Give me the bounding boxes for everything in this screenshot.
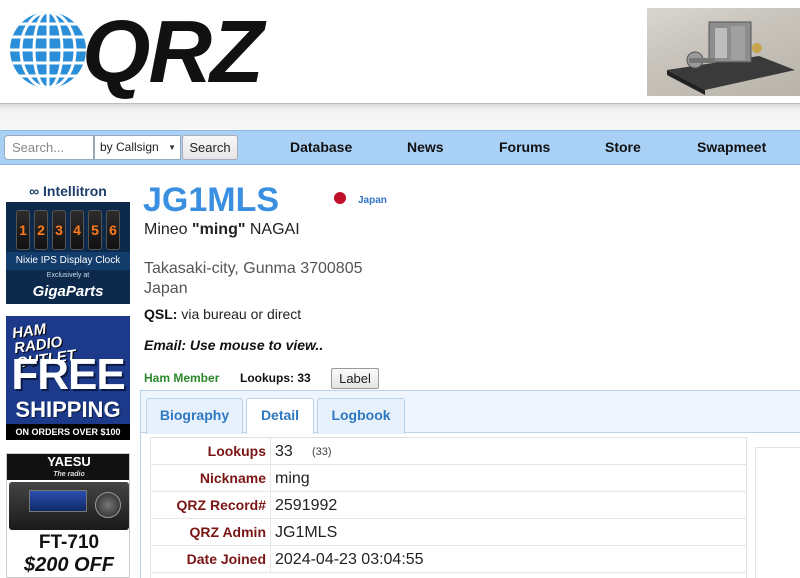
table-row: Lookups 33 (33)	[151, 438, 746, 465]
country-link[interactable]: Japan	[358, 195, 387, 206]
search-mode-select[interactable]: by Callsign ▼	[94, 135, 181, 160]
table-row: QRZ Record# 2591992	[151, 492, 746, 519]
detail-value: JG1MLS	[275, 524, 338, 541]
ad-intellitron[interactable]: ∞ Intellitron 123456 Nixie IPS Display C…	[6, 180, 130, 304]
detail-key: Nickname	[151, 465, 271, 492]
operator-name: Mineo "ming" NAGAI	[144, 221, 300, 238]
ad-brand: ∞ Intellitron	[6, 180, 130, 202]
qrz-logo[interactable]: QRZ	[8, 2, 264, 101]
chevron-down-icon: ▼	[168, 143, 176, 152]
lookups-count: Lookups: 33	[240, 371, 311, 385]
detail-key: QRZ Admin	[151, 519, 271, 546]
site-header: QRZ	[0, 0, 800, 104]
logo-text: QRZ	[82, 2, 264, 101]
radio-image	[9, 482, 129, 530]
nav-store[interactable]: Store	[605, 139, 641, 155]
detail-value: 2591992	[275, 497, 338, 514]
ad-orders-text: ON ORDERS OVER $100	[6, 424, 130, 440]
ad-free-text: FREE	[11, 350, 125, 399]
member-badge: Ham Member	[144, 371, 220, 385]
detail-key: Lookups	[151, 438, 271, 465]
callsign-title: JG1MLS	[143, 181, 280, 219]
japan-flag-icon	[334, 192, 346, 204]
header-divider	[0, 103, 800, 130]
detail-value: ming	[275, 470, 310, 487]
ad-model: FT-710	[38, 532, 100, 553]
ad-yaesu[interactable]: YAESU The radio FT-710 $200 OFF	[6, 453, 130, 578]
detail-table: Lookups 33 (33) Nickname ming QRZ Record…	[150, 437, 747, 578]
tab-biography[interactable]: Biography	[146, 398, 243, 434]
email-reveal[interactable]: Email: Use mouse to view..	[144, 337, 323, 353]
search-button[interactable]: Search	[182, 135, 238, 160]
detail-key: Date Joined	[151, 546, 271, 573]
nav-news[interactable]: News	[407, 139, 444, 155]
ad-offer: $200 OFF	[23, 554, 115, 576]
label-button[interactable]: Label	[331, 368, 379, 389]
link-icon: ∞	[29, 183, 44, 199]
ad-ham-radio-outlet[interactable]: HAM RADIO OUTLET FREE SHIPPING ON ORDERS O…	[6, 316, 130, 440]
ad-caption: Nixie IPS Display Clock	[6, 252, 130, 270]
table-row: QRZ Admin JG1MLS	[151, 519, 746, 546]
ad-exclusive: Exclusively at	[46, 272, 90, 279]
nav-swapmeet[interactable]: Swapmeet	[697, 139, 766, 155]
address-line1: Takasaki-city, Gunma 3700805	[144, 260, 363, 277]
globe-icon	[10, 12, 86, 88]
nav-database[interactable]: Database	[290, 139, 352, 155]
main-navbar: by Callsign ▼ Search Database News Forum…	[0, 130, 800, 165]
header-banner-image[interactable]	[647, 8, 800, 96]
tab-detail[interactable]: Detail	[246, 398, 314, 434]
tab-logbook[interactable]: Logbook	[317, 398, 405, 434]
detail-subvalue: (33)	[312, 446, 332, 458]
ad-store-logo: GigaParts	[32, 283, 104, 300]
ad-yaesu-logo: YAESU The radio	[7, 454, 129, 480]
side-panel	[755, 447, 800, 578]
address-line2: Japan	[144, 280, 188, 297]
detail-value: 33	[275, 443, 293, 460]
qsl-info: QSL: via bureau or direct	[144, 306, 302, 322]
search-mode-value: by Callsign	[100, 140, 159, 154]
ad-shipping-text: SHIPPING	[15, 397, 121, 422]
tab-bar: Biography Detail Logbook	[141, 391, 800, 434]
detail-value: 2024-04-23 03:04:55	[275, 551, 424, 568]
table-row: Nickname ming	[151, 465, 746, 492]
table-row: Date Joined 2024-04-23 03:04:55	[151, 546, 746, 573]
telegraph-key-image	[667, 21, 795, 95]
search-input[interactable]	[4, 135, 94, 160]
detail-key: QRZ Record#	[151, 492, 271, 519]
nav-forums[interactable]: Forums	[499, 139, 550, 155]
nixie-tubes-image: 123456	[16, 210, 120, 250]
